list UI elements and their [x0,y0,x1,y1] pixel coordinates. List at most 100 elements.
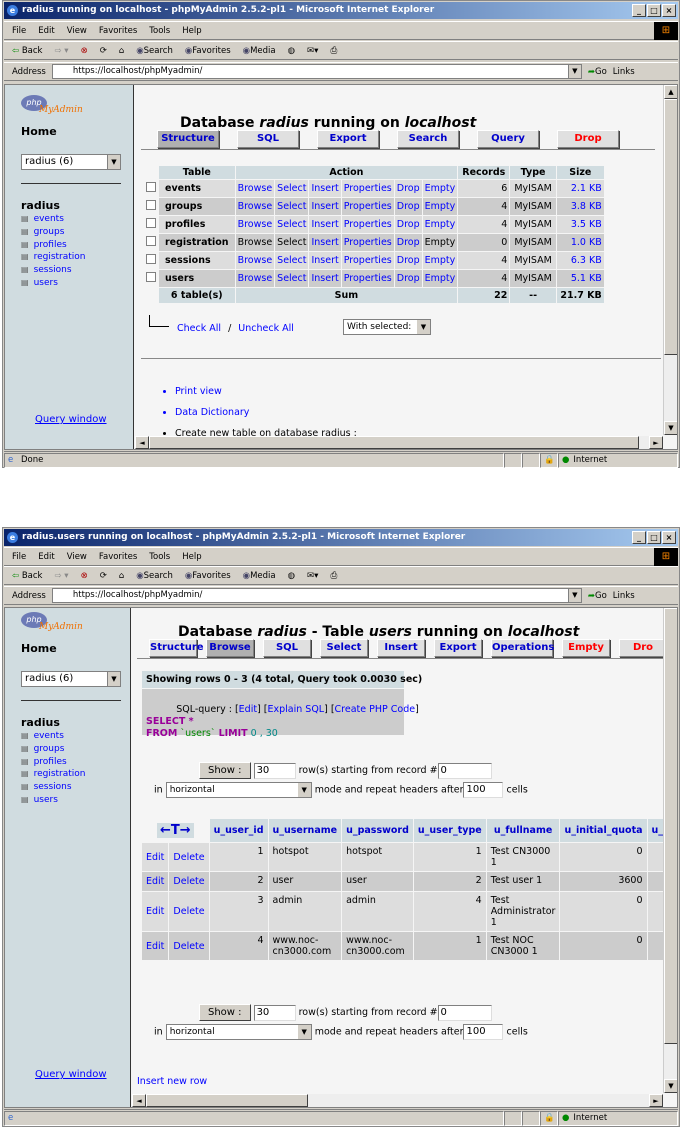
start-record-input[interactable]: 0 [437,1004,492,1021]
tab-query[interactable]: Query [477,130,539,148]
scroll-right-button[interactable]: ► [649,436,663,449]
print-icon[interactable]: ⎙ [330,46,337,56]
action-insert-link[interactable]: Insert [309,180,341,197]
column-header-u_cu[interactable]: u_cu [647,819,663,842]
menu-favorites[interactable]: Favorites [99,26,137,36]
column-header-u_user_id[interactable]: u_user_id [209,819,268,842]
search-button[interactable]: ◉Search [136,571,173,581]
home-icon[interactable]: ⌂ [119,46,124,56]
action-browse-link[interactable]: Browse [235,216,275,233]
action-select-link[interactable]: Select [275,216,309,233]
edit-link[interactable]: Edit [142,872,169,891]
table-size-link[interactable]: 3.5 KB [556,216,604,233]
sidebar-item-groups[interactable]: ▤ groups [21,743,86,756]
action-insert-link[interactable]: Insert [309,252,341,269]
bullet-link-1[interactable]: Data Dictionary [175,402,357,423]
table-size-link[interactable]: 5.1 KB [556,270,604,287]
minimize-button[interactable]: _ [632,4,646,17]
action-drop-link[interactable]: Drop [394,198,422,215]
menu-favorites[interactable]: Favorites [99,552,137,562]
tab-drop[interactable]: Drop [557,130,619,148]
menu-tools[interactable]: Tools [149,26,170,36]
delete-link[interactable]: Delete [169,872,209,891]
sidebar-item-registration[interactable]: ▤ registration [21,768,86,781]
action-empty-link[interactable]: Empty [422,252,458,269]
tab-empty[interactable]: Empty [562,639,610,657]
scroll-thumb[interactable] [664,608,677,1044]
scroll-left-button[interactable]: ◄ [135,436,149,449]
column-header-u_initial_quota[interactable]: u_initial_quota [560,819,647,842]
mail-icon[interactable]: ✉▾ [307,46,318,56]
table-icon[interactable]: ▤ [21,795,29,804]
action-insert-link[interactable]: Insert [309,234,341,251]
menu-help[interactable]: Help [182,26,201,36]
vertical-scrollbar[interactable]: ▲ ▼ [663,85,677,435]
action-browse-link[interactable]: Browse [235,180,275,197]
menu-tools[interactable]: Tools [149,552,170,562]
action-properties-link[interactable]: Properties [341,270,394,287]
table-size-link[interactable]: 1.0 KB [556,234,604,251]
forward-button[interactable]: ⇨ ▾ [54,571,68,581]
database-select[interactable]: radius (6) ▼ [21,671,121,687]
action-insert-link[interactable]: Insert [309,216,341,233]
action-select-link[interactable]: Select [275,198,309,215]
row-checkbox[interactable] [146,218,156,228]
address-input[interactable]: https://localhost/phpMyadmin/ ▼ [51,588,582,603]
insert-new-row-link[interactable]: Insert new row [137,1076,207,1087]
tab-structure[interactable]: Structure [149,639,204,657]
action-properties-link[interactable]: Properties [341,180,394,197]
repeat-headers-input[interactable]: 100 [463,1024,504,1040]
delete-link[interactable]: Delete [169,843,209,871]
edit-link[interactable]: Edit [142,932,169,960]
action-insert-link[interactable]: Insert [309,270,341,287]
query-window-link[interactable]: Query window [35,414,107,425]
horizontal-scrollbar[interactable]: ◄ ► [132,1094,663,1107]
check-all-link[interactable]: Check All [177,323,221,334]
sidebar-item-users[interactable]: ▤ users [21,277,86,290]
refresh-icon[interactable]: ⟳ [100,46,107,56]
back-button[interactable]: ⇦ Back [12,46,42,56]
menu-view[interactable]: View [67,26,87,36]
menu-file[interactable]: File [12,552,26,562]
phpmyadmin-logo[interactable]: php MyAdmin [21,95,91,121]
rows-count-input[interactable]: 30 [253,762,296,779]
action-select-link[interactable]: Select [275,252,309,269]
links-button[interactable]: Links [613,591,635,601]
home-link[interactable]: Home [21,125,57,138]
close-button[interactable]: × [662,4,676,17]
menu-help[interactable]: Help [182,552,201,562]
media-button[interactable]: ◉Media [243,46,276,56]
favorites-button[interactable]: ◉Favorites [185,571,231,581]
horizontal-scrollbar[interactable]: ◄ ► [135,436,663,449]
with-selected-dropdown[interactable]: With selected: ▼ [343,319,431,335]
table-icon[interactable]: ▤ [21,744,29,753]
history-icon[interactable]: ◍ [288,571,295,581]
tab-select[interactable]: Select [320,639,368,657]
row-checkbox[interactable] [146,272,156,282]
show-button[interactable]: Show : [199,1004,251,1021]
tab-sql[interactable]: SQL [263,639,311,657]
display-mode-select[interactable]: horizontal ▼ [165,1024,312,1040]
media-button[interactable]: ◉Media [243,571,276,581]
tab-sql[interactable]: SQL [237,130,299,148]
action-select-link[interactable]: Select [275,180,309,197]
search-button[interactable]: ◉Search [136,46,173,56]
action-empty-link[interactable]: Empty [422,270,458,287]
vertical-scrollbar[interactable]: ▼ [663,608,677,1093]
links-button[interactable]: Links [613,67,635,77]
scroll-thumb[interactable] [664,99,677,355]
sidebar-item-sessions[interactable]: ▤ sessions [21,781,86,794]
database-name-link[interactable]: radius [21,199,60,212]
menu-edit[interactable]: Edit [38,26,54,36]
table-icon[interactable]: ▤ [21,252,29,261]
sidebar-item-groups[interactable]: ▤ groups [21,226,86,239]
action-insert-link[interactable]: Insert [309,198,341,215]
action-browse-link[interactable]: Browse [235,270,275,287]
home-icon[interactable]: ⌂ [119,571,124,581]
delete-link[interactable]: Delete [169,932,209,960]
scroll-up-button[interactable]: ▲ [664,85,677,99]
stop-icon[interactable]: ⊗ [81,46,88,56]
table-size-link[interactable]: 2.1 KB [556,180,604,197]
action-browse-link[interactable]: Browse [235,198,275,215]
query-window-link[interactable]: Query window [35,1069,107,1080]
